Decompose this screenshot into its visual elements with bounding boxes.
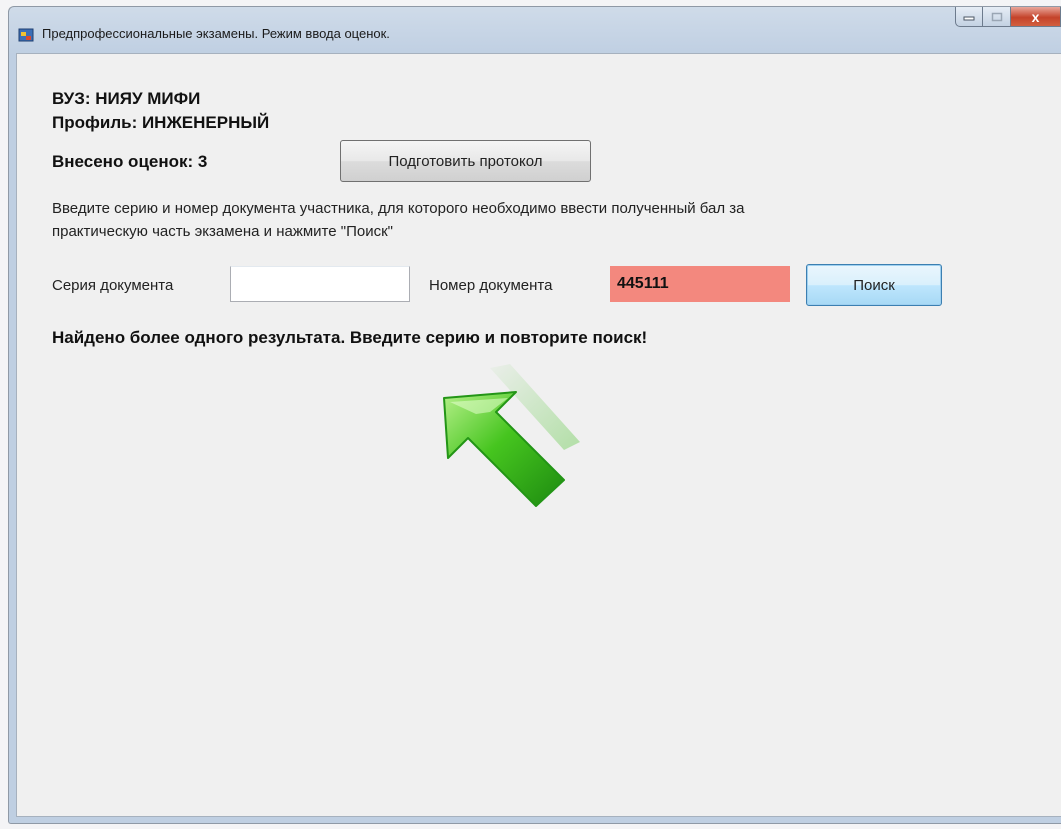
series-input[interactable]: [230, 266, 410, 302]
close-button[interactable]: x: [1011, 7, 1061, 27]
series-label: Серия документа: [52, 277, 174, 294]
close-icon: x: [1031, 8, 1040, 25]
instructions-line-1: Введите серию и номер документа участник…: [52, 200, 745, 217]
minimize-icon: [963, 16, 975, 20]
title-bar[interactable]: Предпрофессиональные экзамены. Режим вво…: [9, 7, 1061, 53]
green-arrow-icon: [443, 364, 580, 507]
instructions-line-2: практическую часть экзамена и нажмите "П…: [52, 223, 393, 240]
number-input[interactable]: [610, 266, 790, 302]
university-label: ВУЗ: НИЯУ МИФИ: [52, 89, 201, 108]
window-controls: x: [955, 7, 1061, 29]
status-message: Найдено более одного результата. Введите…: [52, 328, 648, 347]
grades-count-label: Внесено оценок: 3: [52, 152, 208, 171]
prepare-protocol-button[interactable]: Подготовить протокол: [340, 140, 591, 182]
app-window-icon: [18, 28, 34, 42]
maximize-icon: [991, 12, 1002, 21]
maximize-button[interactable]: [983, 7, 1011, 27]
window-title: Предпрофессиональные экзамены. Режим вво…: [42, 26, 390, 41]
profile-label: Профиль: ИНЖЕНЕРНЫЙ: [52, 113, 270, 132]
number-label: Номер документа: [429, 277, 553, 294]
minimize-button[interactable]: [955, 7, 983, 27]
search-button[interactable]: Поиск: [806, 264, 942, 306]
